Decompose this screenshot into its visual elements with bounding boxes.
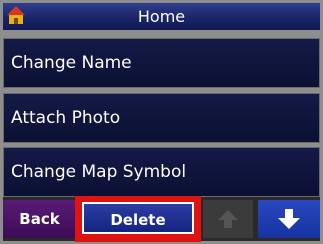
menu-item-change-name[interactable]: Change Name (3, 38, 320, 88)
menu-item-change-map-symbol[interactable]: Change Map Symbol (3, 147, 320, 197)
scroll-down-button[interactable] (258, 200, 320, 238)
menu-item-label: Change Map Symbol (11, 162, 187, 182)
arrow-up-icon (218, 210, 238, 228)
arrow-down-icon (278, 209, 300, 229)
back-button[interactable]: Back (3, 200, 76, 238)
page-title: Home (137, 7, 186, 26)
delete-button[interactable]: Delete (82, 202, 194, 234)
menu-item-attach-photo[interactable]: Attach Photo (3, 93, 320, 143)
menu-item-label: Attach Photo (11, 108, 121, 128)
title-bar: Home (3, 3, 320, 30)
menu-item-label: Change Name (11, 53, 132, 73)
scroll-up-button[interactable] (203, 200, 253, 238)
